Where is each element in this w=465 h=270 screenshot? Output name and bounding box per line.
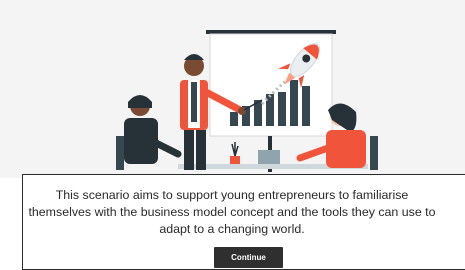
scenario-intro-dialog: This scenario aims to support young entr… (22, 174, 465, 270)
hero-illustration (0, 0, 465, 178)
scenario-description: This scenario aims to support young entr… (28, 188, 436, 236)
business-presentation-icon (116, 30, 378, 172)
continue-button[interactable]: Continue (214, 247, 283, 268)
